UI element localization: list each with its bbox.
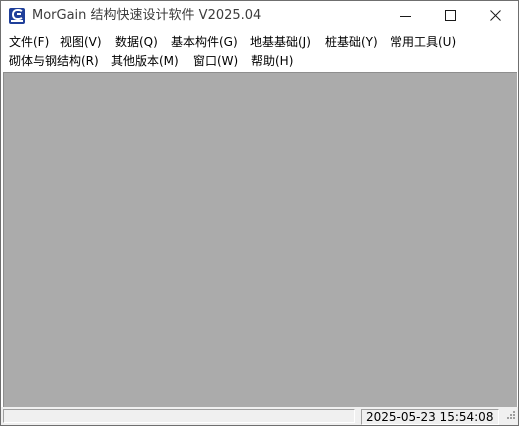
resize-grip[interactable]	[504, 411, 516, 423]
maximize-button[interactable]	[428, 1, 473, 31]
main-window: MorGain 结构快速设计软件 V2025.04 文件(F) 视图(V) 数据…	[0, 0, 519, 426]
menu-masonry-steel[interactable]: 砌体与钢结构(R)	[8, 52, 100, 70]
mdi-client-area[interactable]	[3, 72, 517, 407]
minimize-button[interactable]	[383, 1, 428, 31]
status-bar: 2025-05-23 15:54:08	[1, 407, 518, 425]
menu-basic-components[interactable]: 基本构件(G)	[170, 33, 239, 51]
menu-common-tools[interactable]: 常用工具(U)	[389, 33, 457, 51]
status-datetime: 2025-05-23 15:54:08	[366, 410, 494, 424]
menu-view[interactable]: 视图(V)	[59, 33, 103, 51]
close-button[interactable]	[473, 1, 518, 31]
close-icon	[490, 10, 501, 21]
menu-foundation[interactable]: 地基基础(J)	[249, 33, 312, 51]
menu-help[interactable]: 帮助(H)	[250, 52, 294, 70]
title-bar[interactable]: MorGain 结构快速设计软件 V2025.04	[1, 1, 518, 31]
minimize-icon	[400, 16, 411, 17]
menu-data[interactable]: 数据(Q)	[114, 33, 159, 51]
menu-other-versions[interactable]: 其他版本(M)	[110, 52, 180, 70]
menu-pile-foundation[interactable]: 桩基础(Y)	[324, 33, 379, 51]
menu-bar: 文件(F) 视图(V) 数据(Q) 基本构件(G) 地基基础(J) 桩基础(Y)…	[1, 31, 518, 71]
menu-file[interactable]: 文件(F)	[8, 33, 50, 51]
status-message-pane	[3, 409, 355, 423]
morgain-app-icon[interactable]	[9, 8, 25, 24]
maximize-icon	[445, 10, 456, 21]
status-datetime-pane: 2025-05-23 15:54:08	[361, 409, 499, 425]
window-title: MorGain 结构快速设计软件 V2025.04	[32, 8, 262, 23]
menu-window[interactable]: 窗口(W)	[192, 52, 239, 70]
